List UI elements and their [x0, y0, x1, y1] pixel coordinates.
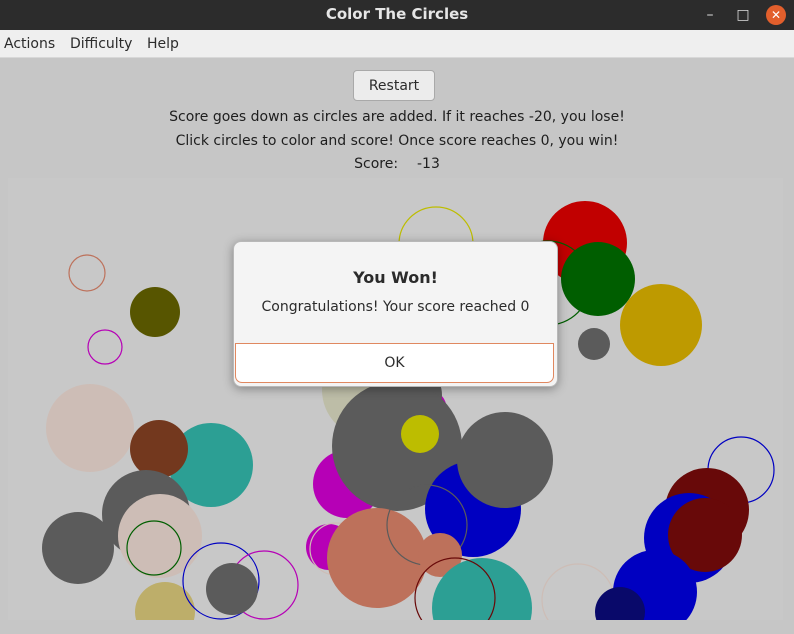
- dialog-title: You Won!: [353, 268, 438, 287]
- title-bar: Color The Circles – □ ✕: [0, 0, 794, 30]
- menu-difficulty[interactable]: Difficulty: [70, 36, 132, 52]
- bottom-strip: [0, 620, 794, 634]
- minimize-button[interactable]: –: [698, 3, 722, 27]
- maximize-button[interactable]: □: [731, 3, 755, 27]
- menu-help[interactable]: Help: [147, 36, 179, 52]
- close-button[interactable]: ✕: [766, 5, 786, 25]
- ok-button[interactable]: OK: [235, 343, 554, 383]
- menu-actions[interactable]: Actions: [4, 36, 55, 52]
- score-value: -13: [416, 156, 440, 172]
- dialog-message: Congratulations! Your score reached 0: [261, 299, 530, 315]
- score-row: Score: -13: [0, 156, 794, 172]
- instruction-line-1: Score goes down as circles are added. If…: [169, 109, 625, 125]
- instruction-line-2: Click circles to color and score! Once s…: [175, 133, 619, 149]
- restart-button[interactable]: Restart: [353, 70, 435, 101]
- window-title: Color The Circles: [325, 5, 469, 23]
- win-dialog: You Won! Congratulations! Your score rea…: [233, 241, 558, 387]
- score-label: Score:: [354, 156, 399, 172]
- menu-bar: Actions Difficulty Help: [0, 30, 794, 58]
